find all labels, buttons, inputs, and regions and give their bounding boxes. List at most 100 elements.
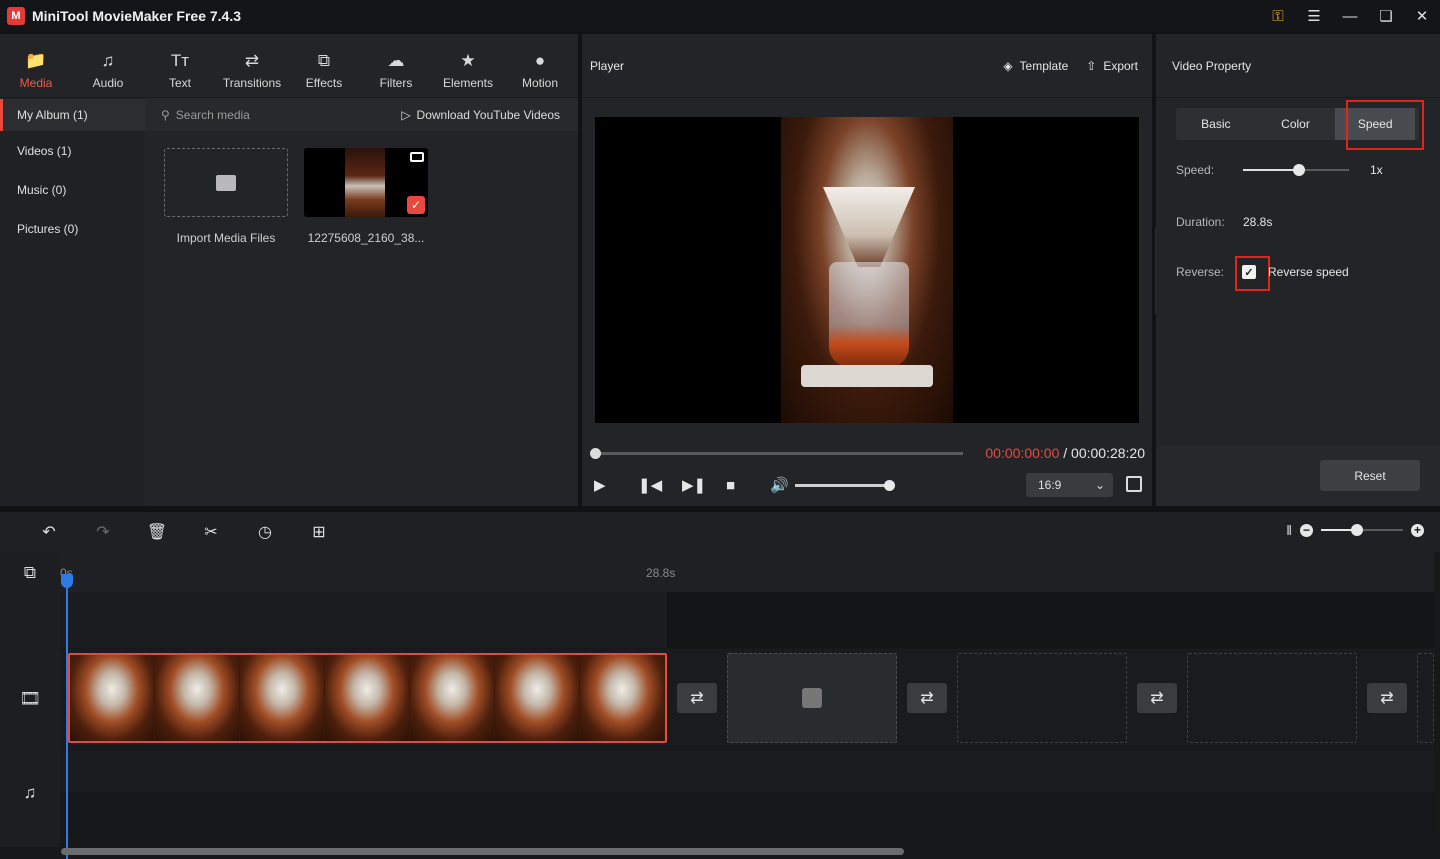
app-title: MiniTool MovieMaker Free 7.4.3 xyxy=(32,8,242,24)
menu-icon[interactable]: ☰ xyxy=(1296,0,1332,32)
next-frame-icon[interactable]: ▶❚ xyxy=(682,476,726,494)
album-item-my-album[interactable]: My Album (1) xyxy=(0,99,145,131)
tab-color[interactable]: Color xyxy=(1256,108,1336,140)
zoom-slider-handle[interactable] xyxy=(1351,524,1363,536)
thumbnail-image xyxy=(345,148,385,217)
download-label: Download YouTube Videos xyxy=(416,108,560,122)
playhead[interactable] xyxy=(61,574,73,859)
volume-handle[interactable] xyxy=(884,480,895,491)
album-item-videos[interactable]: Videos (1) xyxy=(0,131,145,170)
speed-slider-handle[interactable] xyxy=(1293,164,1305,176)
album-item-music[interactable]: Music (0) xyxy=(0,170,145,209)
total-time: 00:00:28:20 xyxy=(1071,445,1145,461)
add-track-icon[interactable]: ⧉ xyxy=(19,562,41,584)
reverse-row: Reverse: xyxy=(1176,265,1243,279)
key-icon[interactable]: ⚿ xyxy=(1260,0,1296,32)
folder-icon: 📁 xyxy=(25,51,47,70)
seek-bar[interactable] xyxy=(590,448,963,459)
clip-frame xyxy=(325,655,410,741)
audio-track[interactable] xyxy=(60,750,1434,836)
import-media-button[interactable] xyxy=(164,148,288,217)
timeline-toolbar: ↶ ↷ 🗑 ✂ ◷ ⊞ xyxy=(0,512,1440,552)
track-headers: ⧉ 🎞 ♫ xyxy=(0,552,60,847)
minimize-button[interactable]: — xyxy=(1332,0,1368,32)
video-track-icon: 🎞 xyxy=(19,689,41,708)
video-camera-icon xyxy=(410,152,424,162)
tab-media[interactable]: 📁 Media xyxy=(0,34,72,97)
aspect-ratio-select[interactable]: 16:9 ⌄ xyxy=(1026,473,1113,497)
transition-swap-icon[interactable]: ⇄ xyxy=(677,683,717,713)
export-button[interactable]: ⇧ Export xyxy=(1086,59,1138,73)
volume-slider[interactable] xyxy=(795,480,895,491)
tab-basic[interactable]: Basic xyxy=(1176,108,1256,140)
checkmark-icon[interactable]: ✓ xyxy=(407,196,425,214)
close-button[interactable]: ✕ xyxy=(1404,0,1440,32)
transition-icon: ⇄ xyxy=(244,51,260,70)
seek-handle[interactable] xyxy=(590,448,601,459)
coffee-dripper xyxy=(823,187,915,267)
delete-icon[interactable]: 🗑 xyxy=(130,522,184,542)
scissors-icon[interactable]: ✂ xyxy=(184,522,238,542)
zoom-in-icon[interactable]: + xyxy=(1411,523,1424,537)
export-label: Export xyxy=(1103,58,1138,73)
play-icon[interactable]: ▶ xyxy=(594,476,638,494)
motion-icon: ● xyxy=(534,51,546,70)
player-header: Player ◈ Template ⇧ Export xyxy=(582,34,1152,98)
playhead-handle[interactable] xyxy=(61,574,73,588)
search-icon: ⚲ xyxy=(161,108,170,122)
property-title: Video Property xyxy=(1156,34,1440,98)
empty-clip-slot[interactable] xyxy=(957,653,1127,743)
zoom-slider[interactable] xyxy=(1321,524,1403,536)
tab-label: Elements xyxy=(442,76,494,90)
maximize-button[interactable]: ❏ xyxy=(1368,0,1404,32)
search-input[interactable]: ⚲ Search media xyxy=(161,108,250,122)
tab-label: Transitions xyxy=(222,76,282,90)
speed-icon[interactable]: ◷ xyxy=(238,522,292,542)
album-item-pictures[interactable]: Pictures (0) xyxy=(0,209,145,248)
empty-clip-slot[interactable] xyxy=(1187,653,1357,743)
tab-label: Filters xyxy=(379,76,413,90)
overlay-track[interactable] xyxy=(60,592,1434,648)
file-name: 12275608_2160_38... xyxy=(307,231,425,245)
tab-label: Audio xyxy=(92,76,124,90)
zoom-out-icon[interactable]: − xyxy=(1300,523,1313,537)
video-preview xyxy=(595,117,1139,423)
reverse-label: Reverse: xyxy=(1176,265,1225,279)
tab-label: Effects xyxy=(305,76,343,90)
transition-swap-icon[interactable]: ⇄ xyxy=(1367,683,1407,713)
empty-clip-slot[interactable] xyxy=(1417,653,1434,743)
tab-text[interactable]: Tт Text xyxy=(144,34,216,97)
tab-audio[interactable]: ♫ Audio xyxy=(72,34,144,97)
stop-icon[interactable]: ■ xyxy=(726,477,770,494)
fullscreen-icon[interactable] xyxy=(1126,476,1142,492)
download-youtube-button[interactable]: ▷ Download YouTube Videos xyxy=(401,108,560,122)
speed-slider-fill xyxy=(1243,169,1299,171)
player-panel: Player ◈ Template ⇧ Export 00:00:00:00 /… xyxy=(582,34,1152,506)
video-clip[interactable] xyxy=(68,653,667,743)
tab-effects[interactable]: ⧉ Effects xyxy=(288,34,360,97)
tab-elements[interactable]: ★ Elements xyxy=(432,34,504,97)
transition-swap-icon[interactable]: ⇄ xyxy=(907,683,947,713)
album-list: My Album (1) Videos (1) Music (0) Pictur… xyxy=(0,99,145,506)
undo-icon[interactable]: ↶ xyxy=(22,522,76,542)
media-thumbnail[interactable]: ✓ xyxy=(304,148,428,217)
clip-frame xyxy=(155,655,240,741)
tab-transitions[interactable]: ⇄ Transitions xyxy=(216,34,288,97)
tab-label: Motion xyxy=(521,76,559,90)
timeline-ruler[interactable]: 0s 28.8s xyxy=(60,552,1434,592)
crop-icon[interactable]: ⊞ xyxy=(292,522,346,542)
reset-button[interactable]: Reset xyxy=(1320,460,1420,491)
tab-filters[interactable]: ☁ Filters xyxy=(360,34,432,97)
previous-frame-icon[interactable]: ❚◀ xyxy=(638,476,682,494)
tab-motion[interactable]: ● Motion xyxy=(504,34,576,97)
duration-row: Duration: 28.8s xyxy=(1176,215,1272,229)
template-button[interactable]: ◈ Template xyxy=(1003,59,1068,73)
ruler-end: 28.8s xyxy=(646,566,676,580)
empty-clip-slot[interactable] xyxy=(727,653,897,743)
transition-swap-icon[interactable]: ⇄ xyxy=(1137,683,1177,713)
media-bar: ⚲ Search media ▷ Download YouTube Videos xyxy=(145,99,578,131)
redo-icon[interactable]: ↷ xyxy=(76,522,130,542)
speed-slider[interactable] xyxy=(1243,164,1349,176)
fit-timeline-icon[interactable]: ‖ xyxy=(1286,522,1292,538)
horizontal-scrollbar[interactable] xyxy=(61,848,904,855)
